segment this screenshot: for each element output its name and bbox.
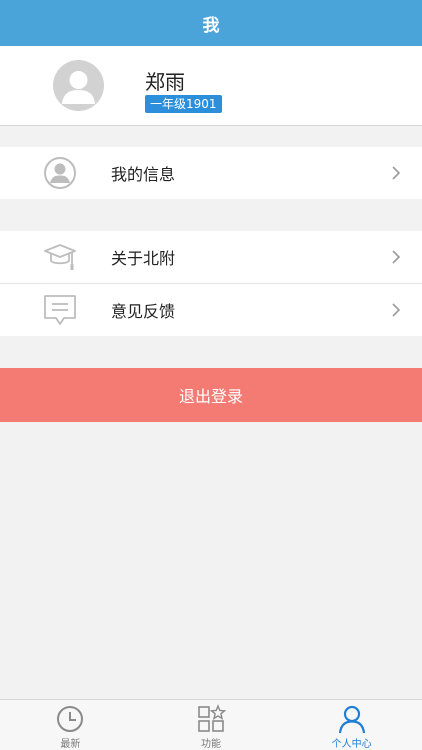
chevron-right-icon xyxy=(392,250,401,264)
tab-label: 最新 xyxy=(60,739,81,750)
tab-latest[interactable]: 最新 xyxy=(0,700,141,750)
menu-item-label: 意见反馈 xyxy=(111,302,176,321)
chevron-right-icon xyxy=(392,303,401,317)
tab-bar: 最新 功能 个人中心 xyxy=(0,699,422,750)
class-badge: 一年级1901 xyxy=(145,95,222,113)
menu-group-2: 关于北附 意见反馈 xyxy=(0,231,422,336)
chevron-right-icon xyxy=(392,166,401,180)
tab-features[interactable]: 功能 xyxy=(141,700,282,750)
person-icon xyxy=(338,705,365,734)
menu-group-1: 我的信息 xyxy=(0,147,422,199)
graduation-cap-icon xyxy=(44,244,76,270)
avatar[interactable] xyxy=(53,60,104,111)
logout-label: 退出登录 xyxy=(178,387,243,406)
nav-bar: 我 xyxy=(0,0,422,46)
tab-label: 功能 xyxy=(201,739,221,750)
profile-name: 郑雨 xyxy=(145,70,185,94)
logout-button[interactable]: 退出登录 xyxy=(0,368,422,422)
menu-item-my-info[interactable]: 我的信息 xyxy=(0,147,422,199)
avatar-person-icon xyxy=(62,71,95,104)
feedback-message-icon xyxy=(44,295,76,325)
profile-header[interactable]: 郑雨 一年级1901 xyxy=(0,46,422,126)
grid-star-icon xyxy=(198,704,226,732)
tab-label: 个人中心 xyxy=(331,739,372,750)
menu-item-feedback[interactable]: 意见反馈 xyxy=(0,283,422,336)
menu-item-label: 关于北附 xyxy=(111,249,176,268)
tab-personal-center[interactable]: 个人中心 xyxy=(281,700,422,750)
page-title: 我 xyxy=(202,15,220,36)
menu-item-about[interactable]: 关于北附 xyxy=(0,231,422,283)
menu-item-label: 我的信息 xyxy=(111,165,176,184)
user-circle-icon xyxy=(44,157,76,189)
clock-icon xyxy=(57,706,84,732)
